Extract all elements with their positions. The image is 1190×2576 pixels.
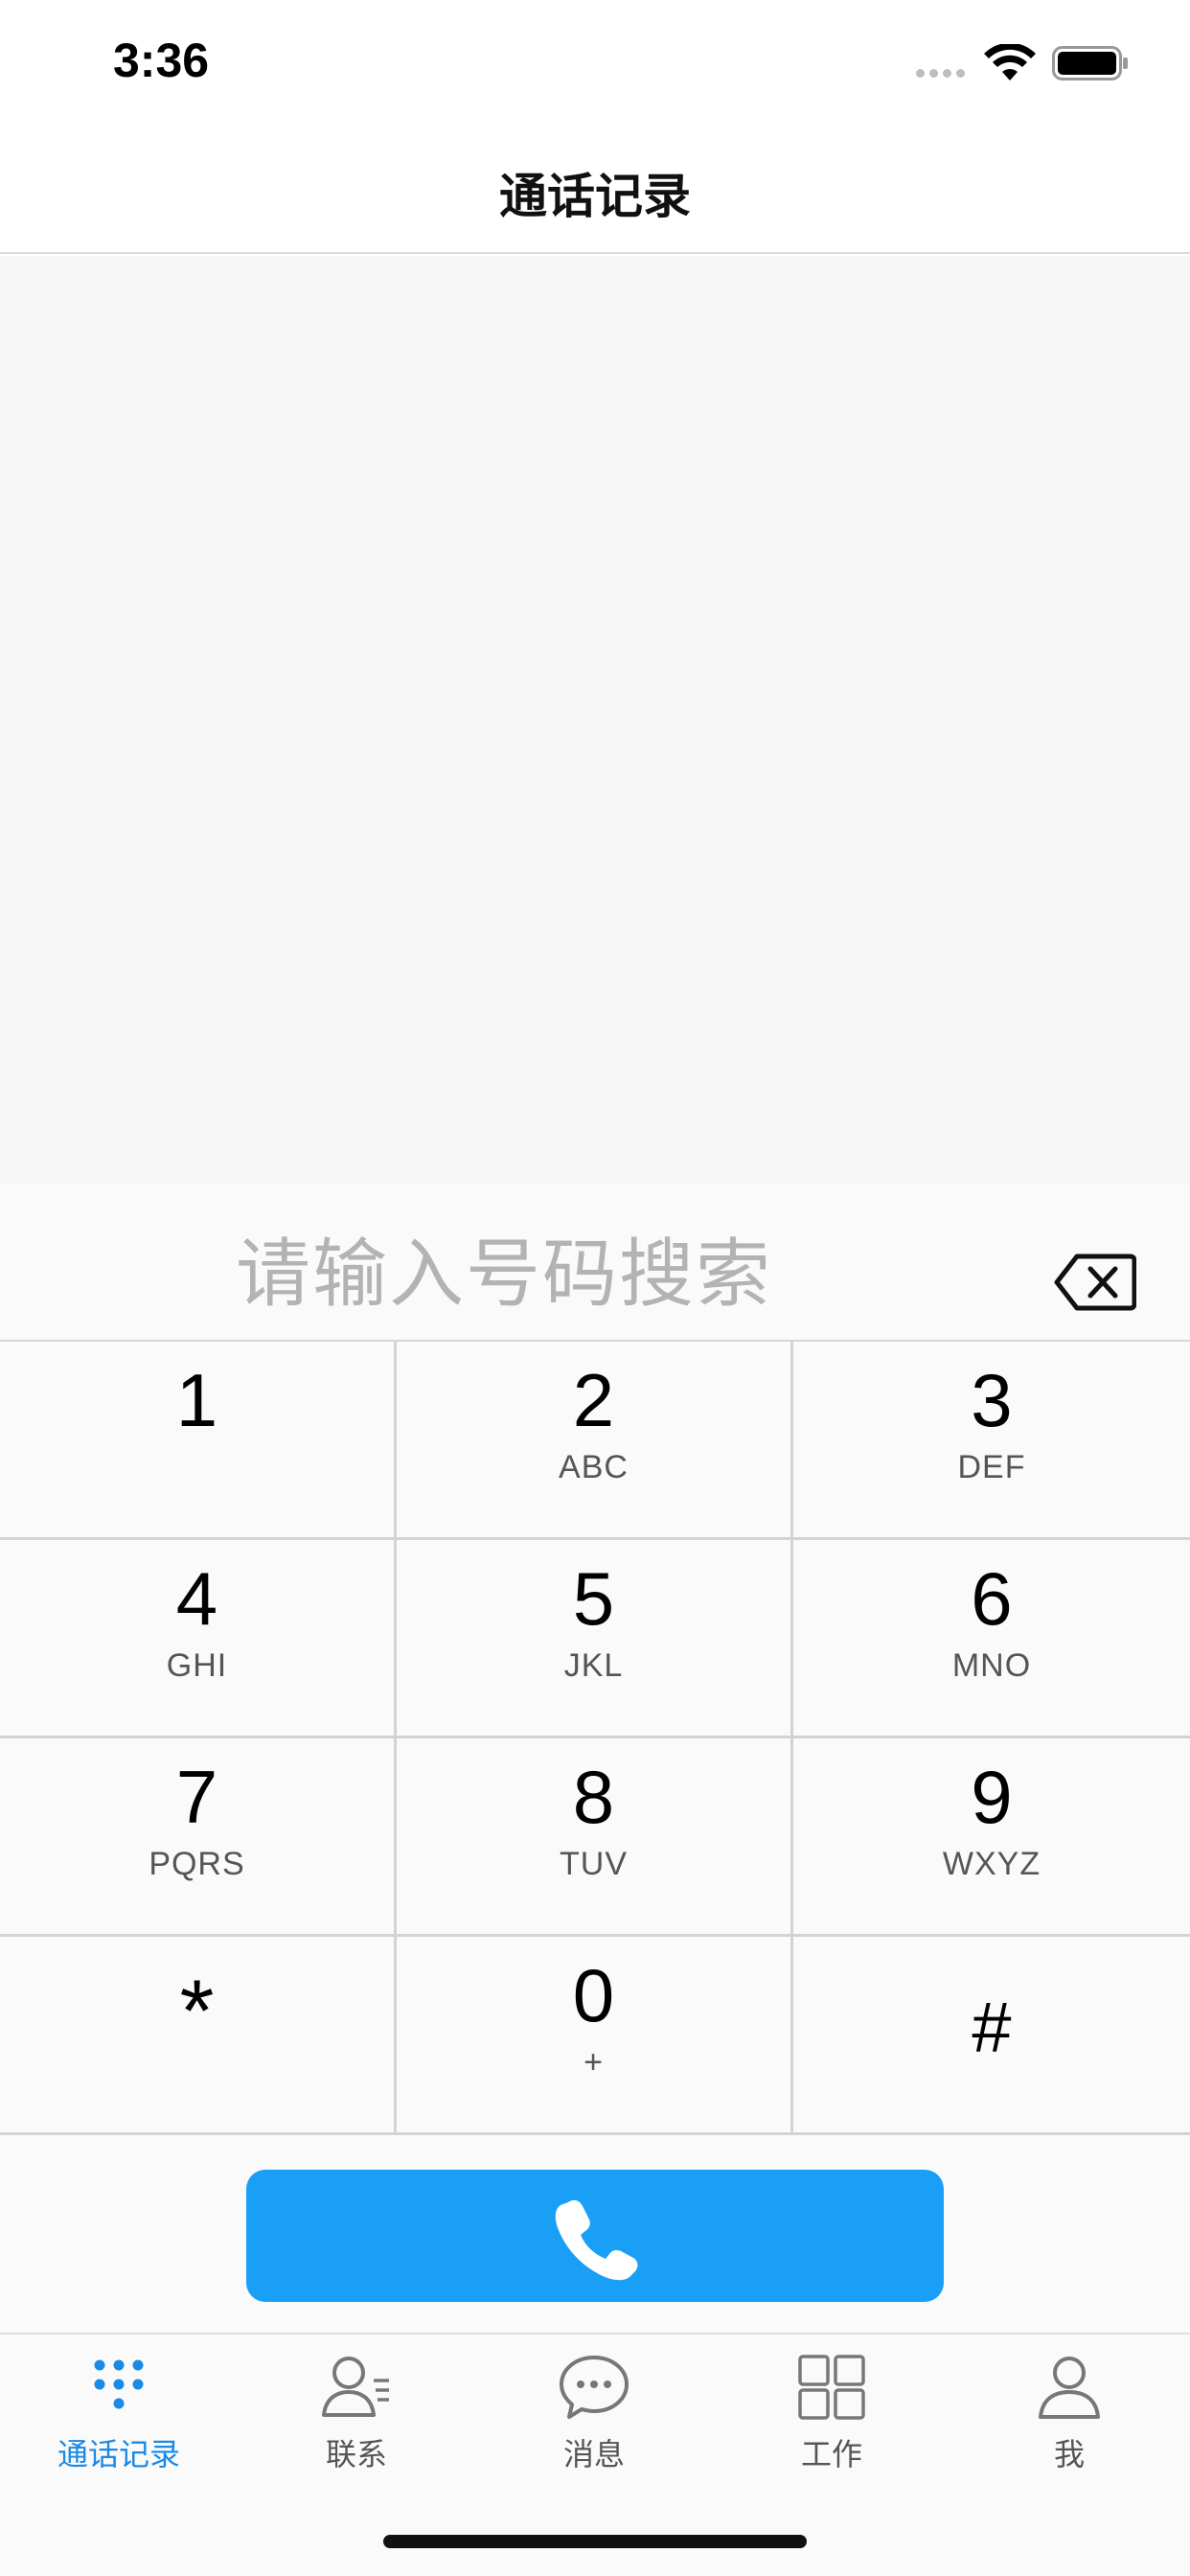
key-digit: 7	[175, 1755, 218, 1839]
wifi-icon	[984, 44, 1036, 80]
key-digit: 5	[572, 1556, 615, 1641]
key-digit: #	[972, 1988, 1012, 2067]
page-title: 通话记录	[499, 169, 691, 224]
key-7[interactable]: 7 PQRS	[0, 1738, 397, 1937]
key-4[interactable]: 4 GHI	[0, 1540, 397, 1738]
dial-input-row: 请输入号码搜索	[0, 1185, 1190, 1342]
key-letters: GHI	[166, 1647, 228, 1684]
tab-label: 通话记录	[57, 2436, 180, 2472]
phone-icon	[555, 2199, 638, 2281]
key-1[interactable]: 1	[0, 1342, 397, 1540]
key-9[interactable]: 9 WXYZ	[793, 1738, 1190, 1937]
key-letters: WXYZ	[942, 1846, 1041, 1882]
tab-label: 工作	[800, 2436, 862, 2472]
key-digit: 0	[572, 1953, 615, 2037]
grid-icon	[798, 2355, 865, 2420]
tab-label: 我	[1053, 2436, 1085, 2472]
key-2[interactable]: 2 ABC	[397, 1342, 793, 1540]
profile-icon	[1039, 2357, 1100, 2419]
key-digit: 9	[971, 1755, 1013, 1839]
number-search-input[interactable]: 请输入号码搜索	[236, 1214, 772, 1322]
contacts-icon	[322, 2357, 389, 2417]
key-letters: MNO	[951, 1647, 1032, 1684]
key-0[interactable]: 0 +	[397, 1937, 793, 2135]
dialpad-icon	[94, 2359, 144, 2409]
chat-bubble-icon	[560, 2356, 629, 2419]
tab-messages[interactable]: 消息	[475, 2354, 713, 2497]
key-digit: *	[179, 1963, 215, 2060]
key-6[interactable]: 6 MNO	[793, 1540, 1190, 1738]
call-area	[0, 2139, 1190, 2334]
home-indicator[interactable]	[383, 2535, 807, 2548]
tab-call-log[interactable]: 通话记录	[0, 2354, 238, 2497]
key-letters: ABC	[559, 1449, 629, 1485]
key-letters: TUV	[560, 1846, 628, 1882]
dial-keypad: 1 2 ABC 3 DEF 4 GHI 5 JKL 6 MNO 7 PQRS 8…	[0, 1342, 1190, 2139]
battery-icon	[1052, 46, 1128, 80]
tab-work[interactable]: 工作	[713, 2354, 950, 2497]
tab-label: 联系	[325, 2436, 387, 2472]
key-hash[interactable]: #	[793, 1937, 1190, 2135]
tab-label: 消息	[562, 2436, 625, 2472]
tab-contacts[interactable]: 联系	[238, 2354, 475, 2497]
key-digit: 6	[971, 1556, 1013, 1641]
status-bar: 3:36	[0, 0, 1190, 129]
key-5[interactable]: 5 JKL	[397, 1540, 793, 1738]
call-log-list	[0, 256, 1190, 1185]
key-3[interactable]: 3 DEF	[793, 1342, 1190, 1540]
nav-bar: 通话记录	[0, 129, 1190, 254]
key-digit: 2	[572, 1358, 615, 1442]
call-button[interactable]	[246, 2170, 944, 2302]
key-letters: +	[584, 2044, 604, 2081]
key-letters: PQRS	[149, 1846, 245, 1882]
backspace-icon[interactable]	[1054, 1253, 1136, 1312]
key-digit: 8	[572, 1755, 615, 1839]
key-digit: 3	[971, 1358, 1013, 1442]
key-digit: 1	[175, 1358, 218, 1442]
signal-strength-icon	[916, 69, 965, 78]
status-time: 3:36	[113, 34, 210, 87]
key-letters: JKL	[563, 1647, 624, 1684]
key-8[interactable]: 8 TUV	[397, 1738, 793, 1937]
key-letters: DEF	[957, 1449, 1026, 1485]
key-star[interactable]: *	[0, 1937, 397, 2135]
tab-me[interactable]: 我	[950, 2354, 1188, 2497]
key-digit: 4	[175, 1556, 218, 1641]
